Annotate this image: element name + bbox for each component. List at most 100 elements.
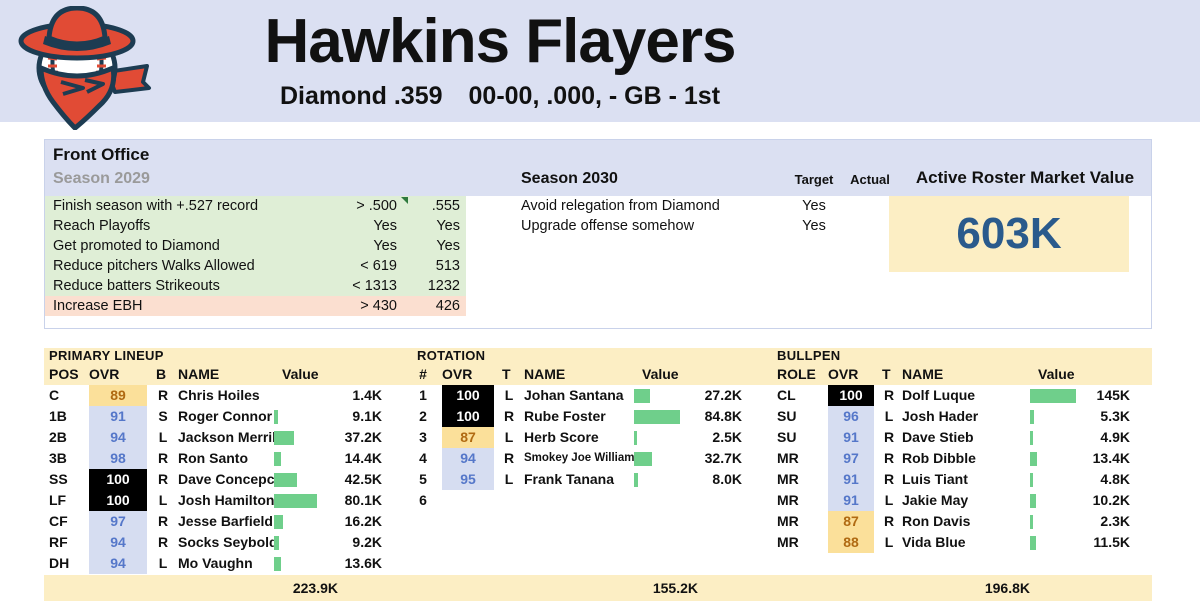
row-handedness: R — [883, 450, 895, 466]
row-player-name[interactable]: Luis Tiant — [902, 469, 968, 490]
league-label: Diamond .359 — [279, 82, 443, 110]
row-handedness: R — [157, 471, 169, 487]
rotation-row[interactable]: 6 — [412, 490, 772, 511]
team-logo-icon — [15, 5, 155, 131]
row-handedness: S — [158, 408, 168, 424]
row-player-name[interactable]: Ron Santo — [178, 448, 248, 469]
row-handedness: R — [883, 513, 895, 529]
bullpen-col-throws: T — [882, 366, 891, 382]
bullpen-row[interactable]: CL 100 R Dolf Luque 145K — [772, 385, 1152, 406]
row-player-name[interactable]: Smokey Joe Williams — [524, 448, 641, 469]
lineup-row[interactable]: SS 100 R Dave Concepcion 42.5K — [44, 469, 412, 490]
row-overall-rating: 89 — [89, 385, 147, 406]
row-handedness: R — [883, 429, 895, 445]
lineup-row[interactable]: C 89 R Chris Hoiles 1.4K — [44, 385, 412, 406]
lineup-row[interactable]: LF 100 L Josh Hamilton 80.1K — [44, 490, 412, 511]
row-overall-rating: 91 — [828, 469, 874, 490]
lineup-row[interactable]: CF 97 R Jesse Barfield 16.2K — [44, 511, 412, 532]
front-office-goal-row: Get promoted to Diamond Yes Yes — [45, 236, 466, 256]
row-position: LF — [49, 492, 67, 508]
goal-label: Avoid relegation from Diamond — [521, 198, 720, 214]
row-player-name[interactable]: Chris Hoiles — [178, 385, 260, 406]
row-handedness: L — [504, 471, 514, 487]
front-office-title: Front Office — [53, 145, 150, 164]
lineup-total: 223.9K — [292, 580, 338, 596]
row-player-name[interactable]: Mo Vaughn — [178, 553, 253, 574]
bullpen-row[interactable]: MR 87 R Ron Davis 2.3K — [772, 511, 1152, 532]
row-player-name[interactable]: Jesse Barfield — [178, 511, 273, 532]
row-overall-rating: 95 — [442, 469, 494, 490]
row-handedness: L — [884, 534, 894, 550]
row-overall-rating: 91 — [828, 427, 874, 448]
rotation-row[interactable]: 1 100 L Johan Santana 27.2K — [412, 385, 772, 406]
rotation-row[interactable]: 2 100 R Rube Foster 84.8K — [412, 406, 772, 427]
row-position: DH — [49, 555, 70, 571]
row-position: RF — [49, 534, 68, 550]
rotation-row[interactable]: 3 87 L Herb Score 2.5K — [412, 427, 772, 448]
row-handedness: L — [884, 492, 894, 508]
row-handedness: R — [503, 408, 515, 424]
rotation-row[interactable]: 5 95 L Frank Tanana 8.0K — [412, 469, 772, 490]
bullpen-row[interactable]: MR 88 L Vida Blue 11.5K — [772, 532, 1152, 553]
row-overall-rating: 91 — [89, 406, 147, 427]
lineup-row[interactable]: RF 94 R Socks Seybold 9.2K — [44, 532, 412, 553]
row-position: 6 — [419, 492, 427, 508]
lineup-row[interactable]: 2B 94 L Jackson Merrill 37.2K — [44, 427, 412, 448]
row-overall-rating: 97 — [89, 511, 147, 532]
rotation-row[interactable]: 4 94 R Smokey Joe Williams 32.7K — [412, 448, 772, 469]
row-handedness: R — [157, 450, 169, 466]
row-player-name[interactable]: Jackson Merrill — [178, 427, 280, 448]
row-handedness: L — [158, 555, 168, 571]
team-overview-page: Hawkins Flayers Diamond .359 00-00, .000,… — [0, 0, 1200, 601]
row-position: MR — [777, 450, 799, 466]
row-player-name[interactable]: Dolf Luque — [902, 385, 975, 406]
row-handedness: R — [157, 534, 169, 550]
bullpen-row[interactable]: MR 91 L Jakie May 10.2K — [772, 490, 1152, 511]
bullpen-rows: CL 100 R Dolf Luque 145K SU 96 L Josh Hader 5.3K S… — [772, 385, 1152, 553]
row-player-name[interactable]: Vida Blue — [902, 532, 966, 553]
row-player-name[interactable]: Rob Dibble — [902, 448, 976, 469]
row-market-value: 2.3K — [1100, 513, 1130, 529]
lineup-row[interactable]: DH 94 L Mo Vaughn 13.6K — [44, 553, 412, 574]
column-header-target: Target — [794, 172, 834, 187]
row-market-value: 10.2K — [1092, 492, 1130, 508]
row-overall-rating — [442, 490, 494, 511]
goal-target-value: < 619 — [360, 258, 397, 274]
row-player-name[interactable]: Rube Foster — [524, 406, 606, 427]
row-position: 1B — [49, 408, 67, 424]
market-value-amount: 603K — [956, 209, 1062, 258]
row-overall-rating: 94 — [442, 448, 494, 469]
row-position: MR — [777, 534, 799, 550]
row-market-value: 32.7K — [704, 450, 742, 466]
goal-label: Reach Playoffs — [53, 218, 151, 234]
bullpen-row[interactable]: SU 91 R Dave Stieb 4.9K — [772, 427, 1152, 448]
row-player-name[interactable]: Roger Connor — [178, 406, 272, 427]
lineup-row[interactable]: 3B 98 R Ron Santo 14.4K — [44, 448, 412, 469]
goal-target-value: Yes — [373, 218, 397, 234]
row-player-name[interactable]: Josh Hamilton — [178, 490, 274, 511]
roster-tables: PRIMARY LINEUP POS OVR B NAME Value C 89 R… — [0, 348, 1200, 601]
row-player-name[interactable]: Dave Stieb — [902, 427, 974, 448]
lineup-row[interactable]: 1B 91 S Roger Connor 9.1K — [44, 406, 412, 427]
bullpen-row[interactable]: SU 96 L Josh Hader 5.3K — [772, 406, 1152, 427]
row-player-name[interactable]: Ron Davis — [902, 511, 970, 532]
bullpen-row[interactable]: MR 91 R Luis Tiant 4.8K — [772, 469, 1152, 490]
row-overall-rating: 96 — [828, 406, 874, 427]
row-overall-rating: 100 — [442, 406, 494, 427]
row-player-name[interactable]: Josh Hader — [902, 406, 978, 427]
goal-actual-value: 513 — [435, 258, 460, 274]
row-market-value: 9.1K — [352, 408, 382, 424]
row-position: 1 — [419, 387, 427, 403]
row-position: CF — [49, 513, 68, 529]
bullpen-row[interactable]: MR 97 R Rob Dibble 13.4K — [772, 448, 1152, 469]
front-office-goal-row: Reduce batters Strikeouts < 1313 1232 — [45, 276, 466, 296]
row-market-value: 4.8K — [1100, 471, 1130, 487]
row-overall-rating: 100 — [442, 385, 494, 406]
row-player-name[interactable]: Frank Tanana — [524, 469, 614, 490]
current-season-goals-list: Avoid relegation from Diamond Yes Upgrade … — [521, 196, 901, 236]
row-player-name[interactable]: Jakie May — [902, 490, 968, 511]
row-player-name[interactable]: Johan Santana — [524, 385, 624, 406]
row-position: MR — [777, 471, 799, 487]
row-player-name[interactable]: Socks Seybold — [178, 532, 278, 553]
row-player-name[interactable]: Herb Score — [524, 427, 599, 448]
